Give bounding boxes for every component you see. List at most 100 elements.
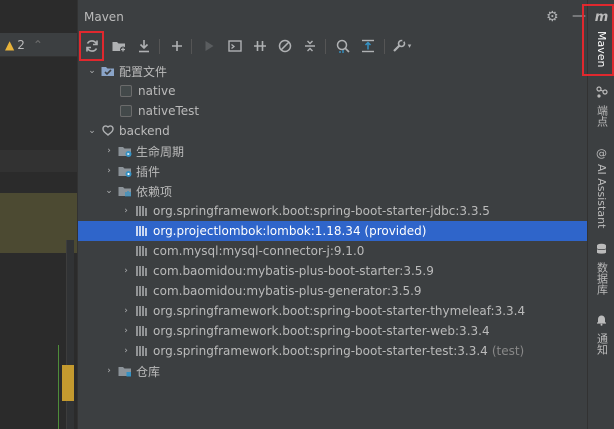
plugins-folder-icon: [117, 163, 133, 179]
database-icon: [596, 243, 607, 258]
dropdown-icon: ▾: [407, 42, 412, 50]
dependencies-folder-icon: [117, 183, 133, 199]
toolbar-separator: [384, 39, 385, 54]
tree-node-dependencies[interactable]: ⌄ 依赖项: [78, 181, 614, 201]
expand-arrow-icon[interactable]: ›: [120, 206, 132, 216]
profile-item-nativetest[interactable]: nativeTest: [78, 101, 614, 121]
tree-label: backend: [119, 124, 170, 138]
plus-icon: [172, 41, 182, 51]
expand-arrow-icon[interactable]: ›: [120, 326, 132, 336]
collapse-all-button[interactable]: [299, 34, 321, 58]
collapse-icon: [305, 40, 315, 52]
bell-icon: [596, 314, 607, 329]
dependency-item[interactable]: › org.springframework.boot:spring-boot-s…: [78, 201, 614, 221]
editor-band: [0, 150, 77, 172]
maven-module-icon: [100, 123, 116, 139]
panel-title: Maven: [84, 10, 124, 24]
dependency-label: com.mysql:mysql-connector-j:9.1.0: [153, 244, 365, 258]
dependency-item[interactable]: › org.springframework.boot:spring-boot-s…: [78, 341, 614, 361]
analyze-icon: [336, 39, 350, 53]
profile-checkbox[interactable]: [120, 85, 132, 97]
change-marker: [58, 345, 59, 429]
play-icon: [205, 41, 214, 51]
gear-icon[interactable]: ⚙: [546, 9, 559, 25]
right-tool-strip: m Maven 端点 @ AI Assistant 数据库 通知: [582, 0, 614, 429]
tree-label: 配置文件: [119, 64, 168, 79]
profile-item-native[interactable]: native: [78, 81, 614, 101]
dependency-item[interactable]: com.baomidou:mybatis-plus-generator:3.5.…: [78, 281, 614, 301]
library-icon: [134, 223, 150, 239]
toolbar-separator: [159, 39, 160, 54]
reload-highlight: [79, 31, 104, 61]
build-tool-settings-button[interactable]: ▾: [390, 34, 412, 58]
scroll-marker: [62, 365, 74, 401]
tree-label: 依赖项: [136, 184, 173, 199]
tree-label: native: [138, 84, 176, 98]
add-maven-project-button[interactable]: [108, 34, 130, 58]
expand-arrow-icon[interactable]: ⌄: [103, 186, 115, 196]
dependency-label: org.springframework.boot:spring-boot-sta…: [153, 344, 488, 358]
tree-node-lifecycle[interactable]: › 生命周期: [78, 141, 614, 161]
expand-arrow-icon[interactable]: ›: [103, 366, 115, 376]
dependency-item[interactable]: › org.springframework.boot:spring-boot-s…: [78, 321, 614, 341]
repositories-folder-icon: [117, 363, 133, 379]
tree-node-repositories[interactable]: › 仓库: [78, 361, 614, 381]
dependency-label: com.baomidou:mybatis-plus-boot-starter:3…: [153, 264, 434, 278]
library-icon: [134, 303, 150, 319]
dependency-label: org.projectlombok:lombok:1.18.34 (provid…: [153, 224, 427, 238]
dependency-label: org.springframework.boot:spring-boot-sta…: [153, 304, 526, 318]
library-icon: [134, 263, 150, 279]
chevron-icon: ⌃: [32, 38, 43, 52]
skip-tests-icon: [278, 39, 292, 53]
tool-tab-label: 端点: [595, 105, 609, 127]
execute-goal-button[interactable]: [224, 34, 246, 58]
dependency-label: com.baomidou:mybatis-plus-generator:3.5.…: [153, 284, 422, 298]
library-icon: [134, 343, 150, 359]
dependency-item[interactable]: › org.springframework.boot:spring-boot-s…: [78, 301, 614, 321]
toolbar-separator: [325, 39, 326, 54]
expand-arrow-icon[interactable]: ›: [103, 166, 115, 176]
tree-label: 插件: [136, 164, 161, 179]
skip-tests-button[interactable]: [274, 34, 296, 58]
warning-icon: ▲: [5, 38, 15, 52]
analyze-dependencies-button[interactable]: [332, 34, 354, 58]
folder-plus-icon: [112, 42, 126, 53]
dependency-item[interactable]: com.mysql:mysql-connector-j:9.1.0: [78, 241, 614, 261]
dependency-item[interactable]: › com.baomidou:mybatis-plus-boot-starter…: [78, 261, 614, 281]
maven-tool-window: Maven ⚙ — ▾ ⌄ 配置文件 native nativeTest ⌄ b…: [77, 0, 614, 429]
editor-area: ▲ 2 ⌃: [0, 0, 77, 429]
expand-arrow-icon[interactable]: ›: [120, 266, 132, 276]
expand-arrow-icon[interactable]: ⌄: [86, 66, 98, 76]
tool-tab-database[interactable]: 数据库: [588, 243, 614, 295]
download-icon: [139, 40, 149, 53]
run-button[interactable]: [198, 34, 220, 58]
download-sources-button[interactable]: [133, 34, 155, 58]
dependency-item-selected[interactable]: org.projectlombok:lombok:1.18.34 (provid…: [78, 221, 614, 241]
maven-toolbar: ▾: [78, 31, 588, 61]
expand-arrow-icon[interactable]: ›: [120, 306, 132, 316]
ai-assistant-icon: @: [596, 147, 607, 160]
dependencies-icon: [362, 39, 374, 53]
tree-label: nativeTest: [138, 104, 200, 118]
expand-arrow-icon[interactable]: ›: [120, 346, 132, 356]
expand-arrow-icon[interactable]: ⌄: [86, 126, 98, 136]
tree-label: 生命周期: [136, 144, 185, 159]
warning-indicator[interactable]: ▲ 2 ⌃: [5, 38, 43, 52]
library-icon: [134, 243, 150, 259]
profile-checkbox[interactable]: [120, 105, 132, 117]
show-dependencies-button[interactable]: [357, 34, 379, 58]
expand-arrow-icon[interactable]: ›: [103, 146, 115, 156]
tool-tab-label: 数据库: [595, 262, 609, 295]
tree-node-profiles[interactable]: ⌄ 配置文件: [78, 61, 601, 81]
tree-node-plugins[interactable]: › 插件: [78, 161, 614, 181]
toggle-offline-button[interactable]: [249, 34, 271, 58]
tool-tab-notifications[interactable]: 通知: [588, 314, 614, 355]
toolbar-separator: [191, 39, 192, 54]
dependency-label: org.springframework.boot:spring-boot-sta…: [153, 204, 490, 218]
tool-tab-endpoints[interactable]: 端点: [588, 86, 614, 127]
add-button[interactable]: [166, 34, 188, 58]
tool-tab-ai-assistant[interactable]: @ AI Assistant: [588, 147, 614, 228]
tree-node-backend[interactable]: ⌄ backend: [78, 121, 601, 141]
wrench-icon: [392, 39, 406, 52]
endpoints-icon: [595, 86, 608, 101]
